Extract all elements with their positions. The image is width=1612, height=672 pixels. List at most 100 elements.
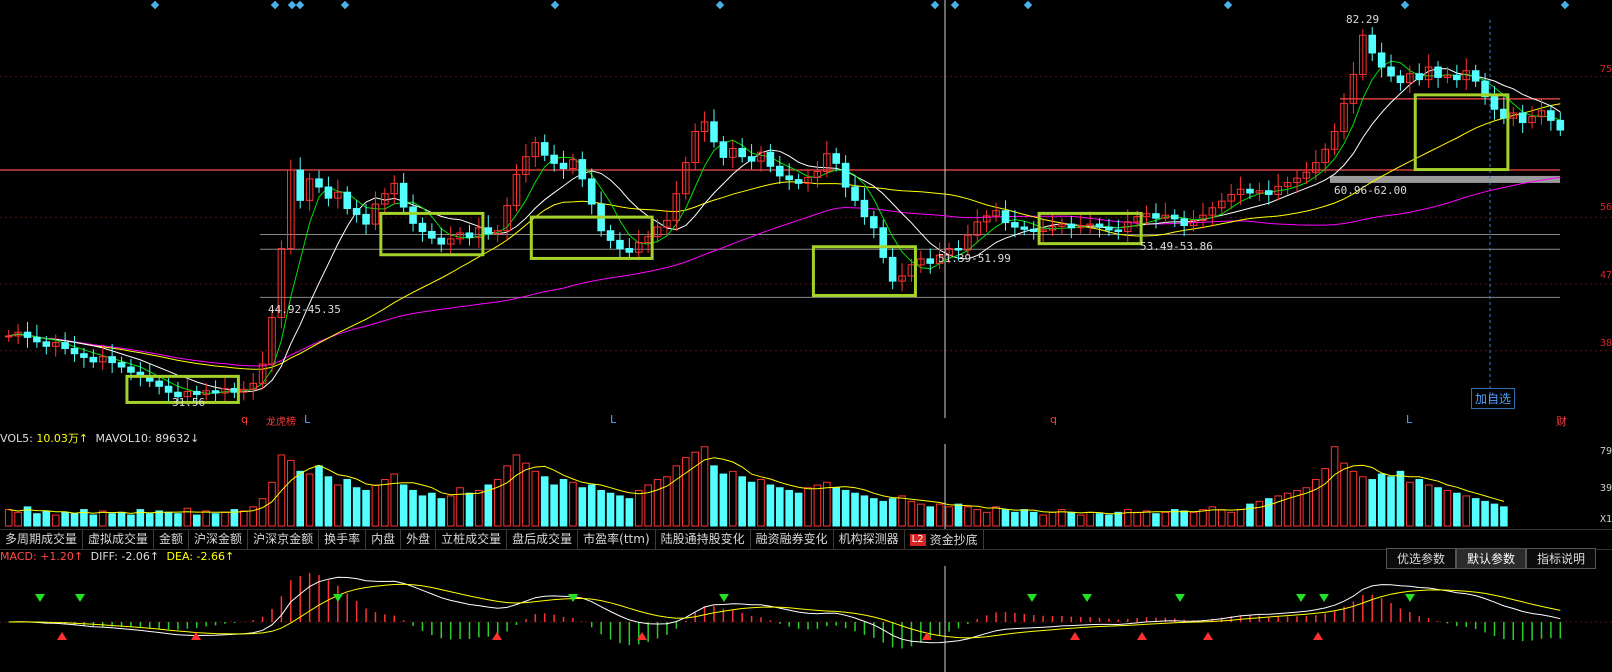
tab-northbound-holding[interactable]: 陆股通持股变化 — [656, 530, 751, 549]
volume-bar — [1462, 495, 1471, 527]
volume-bar — [710, 465, 718, 527]
event-diamond — [930, 0, 940, 10]
ma30-line — [8, 103, 1561, 370]
volume-bar — [888, 498, 897, 527]
support-range-label: 44.92-45.35 — [268, 303, 341, 316]
candle-body — [747, 156, 756, 162]
event-marker[interactable]: q — [241, 413, 248, 426]
tab-inner-volume[interactable]: 内盘 — [366, 530, 402, 549]
volume-bar — [1415, 479, 1424, 527]
candle-body — [776, 165, 784, 177]
candle-body — [1114, 229, 1123, 232]
sell-signal-arrow — [1175, 594, 1185, 602]
volume-bar — [1330, 446, 1339, 527]
volume-bar — [879, 500, 888, 527]
tab-after-hours-volume[interactable]: 盘后成交量 — [507, 530, 579, 549]
sell-signal-arrow — [1027, 594, 1037, 602]
volume-bar — [512, 454, 521, 527]
candle-body — [33, 336, 41, 343]
volume-bar — [785, 489, 793, 527]
candle-body — [155, 380, 163, 387]
candle-body — [794, 179, 803, 184]
candle-body — [117, 362, 126, 368]
event-diamond — [950, 0, 960, 10]
support-range-label: 51.39-51.99 — [938, 252, 1011, 265]
event-marker[interactable]: 财 — [1556, 413, 1567, 429]
volume-bar — [587, 484, 596, 527]
volume-bar — [258, 498, 267, 527]
tab-virtual-volume[interactable]: 虚拟成交量 — [83, 530, 155, 549]
tab-multi-period-volume[interactable]: 多周期成交量 — [0, 530, 84, 549]
volume-bar — [653, 479, 662, 527]
candle-body — [710, 121, 718, 143]
candle-body — [164, 385, 173, 393]
candle-body — [484, 227, 493, 235]
volume-bar — [1471, 498, 1480, 527]
volume-bar — [606, 492, 615, 527]
volume-bar — [1406, 481, 1414, 527]
volume-bar — [719, 473, 728, 527]
volume-bar — [145, 513, 154, 527]
volume-bar — [315, 465, 323, 527]
volume-bar — [61, 511, 69, 527]
candle-body — [428, 230, 436, 239]
volume-bar — [672, 465, 681, 527]
price-chart[interactable] — [0, 0, 1612, 418]
tab-margin-change[interactable]: 融资融券变化 — [751, 530, 834, 549]
volume-bar — [390, 473, 399, 527]
consolidation-box — [529, 215, 654, 260]
event-marker[interactable]: q — [1050, 413, 1057, 426]
event-marker[interactable]: L — [610, 413, 616, 426]
tab-fund-bottom[interactable]: L2 资金抄底 — [905, 530, 984, 549]
candle-body — [578, 159, 587, 180]
candle-body — [89, 356, 98, 363]
volume-bar — [1217, 509, 1226, 527]
event-diamond — [1400, 0, 1410, 10]
candle-body — [211, 390, 220, 394]
tab-amount[interactable]: 金额 — [154, 530, 190, 549]
volume-bar — [240, 510, 248, 527]
tab-sh-sz-bj-amount[interactable]: 沪深京金额 — [248, 530, 320, 549]
volume-bar — [1039, 514, 1047, 527]
event-marker[interactable]: L — [1406, 413, 1412, 426]
tab-sh-sz-amount[interactable]: 沪深金额 — [189, 530, 249, 549]
volume-bar — [964, 506, 972, 527]
tab-institution-detector[interactable]: 机构探测器 — [834, 530, 905, 549]
volume-bar — [1067, 511, 1076, 527]
volume-bar — [1199, 509, 1207, 527]
add-to-watchlist-button[interactable]: 加自选 — [1471, 388, 1516, 409]
volume-bar — [1312, 479, 1320, 527]
candle-body — [926, 258, 935, 264]
volume-bar — [1152, 513, 1160, 527]
event-marker[interactable]: L — [304, 413, 310, 426]
volume-bar — [898, 495, 906, 527]
consolidation-box — [811, 245, 917, 297]
tab-pile-volume[interactable]: 立桩成交量 — [436, 530, 508, 549]
sell-signal-arrow — [1319, 594, 1329, 602]
buy-signal-arrow — [57, 632, 67, 640]
candle-body — [343, 191, 352, 210]
buy-signal-arrow — [1313, 632, 1323, 640]
volume-bar — [597, 489, 605, 527]
sell-signal-arrow — [1296, 594, 1306, 602]
tab-outer-volume[interactable]: 外盘 — [401, 530, 437, 549]
candle-body — [418, 222, 427, 232]
event-marker[interactable]: 龙虎榜 — [266, 413, 296, 428]
tab-turnover-rate[interactable]: 换手率 — [319, 530, 367, 549]
volume-bar — [1490, 503, 1499, 527]
volume-bar — [766, 484, 775, 527]
volume-bar — [935, 503, 944, 527]
volume-bar — [1001, 509, 1010, 527]
tab-pe-ttm[interactable]: 市盈率(ttm) — [578, 530, 656, 549]
volume-bar — [324, 476, 333, 527]
buy-signal-arrow — [492, 632, 502, 640]
candle-body — [1547, 110, 1555, 121]
candle-body — [1011, 222, 1019, 228]
candle-body — [4, 335, 13, 338]
volume-chart[interactable] — [0, 444, 1612, 529]
candle-body — [550, 154, 558, 164]
volume-bar — [1189, 511, 1198, 527]
macd-chart[interactable] — [0, 566, 1612, 672]
stock-chart-app: 75 56 47 38 82.29 31.56 44.92-45.35 51.3… — [0, 0, 1612, 672]
volume-bar — [1076, 514, 1085, 527]
